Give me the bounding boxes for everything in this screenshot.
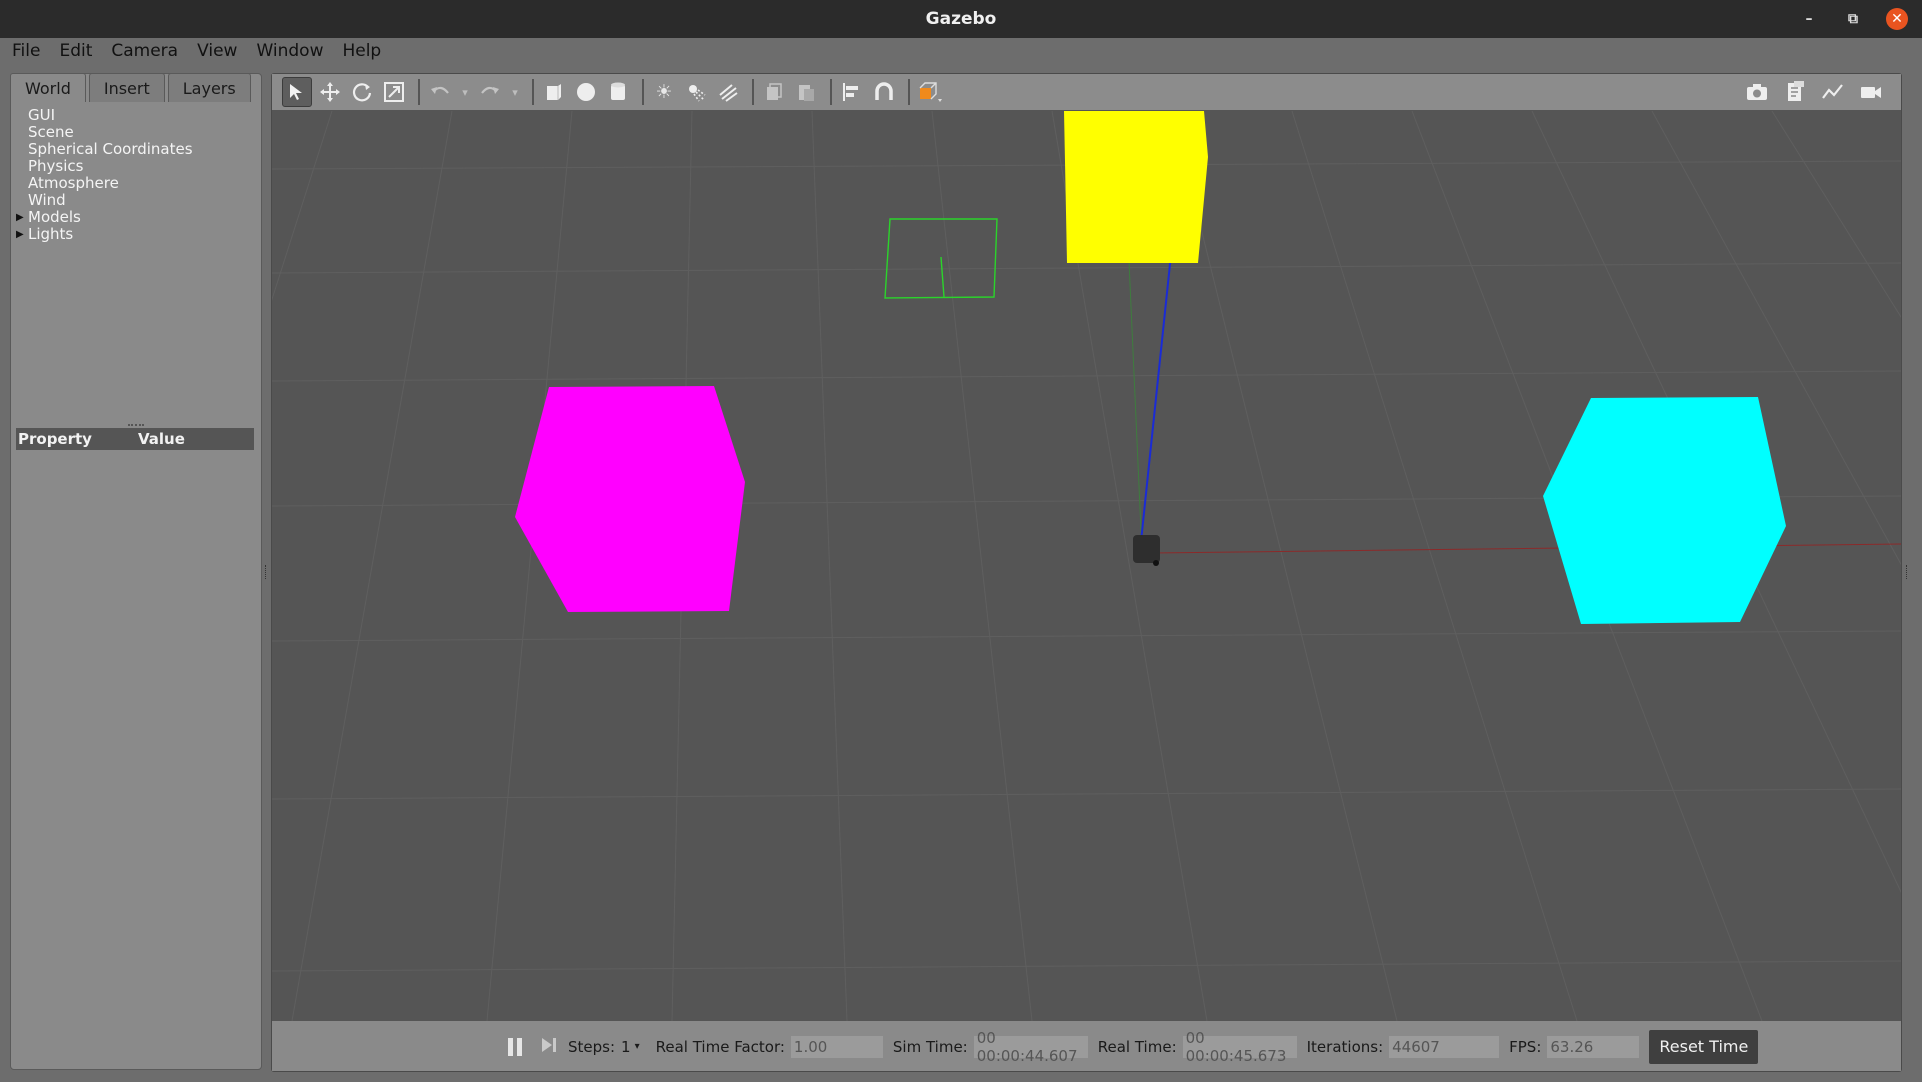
scale-icon[interactable] xyxy=(380,78,408,106)
point-light-icon[interactable]: ☀ xyxy=(650,78,678,106)
cyan-hexagon-model[interactable] xyxy=(1543,397,1786,624)
tree-item-models[interactable]: ▶ Models xyxy=(16,208,193,226)
menu-edit[interactable]: Edit xyxy=(59,41,92,61)
copy-icon[interactable] xyxy=(760,78,788,106)
title-bar: Gazebo – ⧉ ✕ xyxy=(0,0,1922,38)
status-bar: Steps: 1 ▾ Real Time Factor: 1.00 Sim Ti… xyxy=(272,1022,1901,1071)
left-panel-tabs: World Insert Layers xyxy=(10,73,254,102)
menu-bar: File Edit Camera View Window Help xyxy=(0,38,1922,64)
real-time-label: Real Time: xyxy=(1097,1037,1177,1056)
world-tree: GUI Scene Spherical Coordinates Physics … xyxy=(16,107,193,243)
tree-item-label: Physics xyxy=(28,157,84,175)
align-icon[interactable] xyxy=(838,78,866,106)
log-icon[interactable] xyxy=(1781,78,1809,106)
tree-item-lights[interactable]: ▶ Lights xyxy=(16,225,193,243)
box-icon[interactable] xyxy=(540,78,568,106)
expand-arrow-icon[interactable]: ▶ xyxy=(16,209,28,226)
property-column-header: Property xyxy=(18,430,92,448)
yellow-box-model[interactable] xyxy=(1064,111,1208,263)
fps-value: 63.26 xyxy=(1547,1035,1640,1058)
tab-insert[interactable]: Insert xyxy=(88,73,165,102)
tree-item-atmosphere[interactable]: Atmosphere xyxy=(28,175,193,192)
toolbar-separator xyxy=(642,79,644,105)
reset-time-button[interactable]: Reset Time xyxy=(1649,1029,1759,1064)
screenshot-icon[interactable] xyxy=(1743,78,1771,106)
tree-item-gui[interactable]: GUI xyxy=(28,107,193,124)
tree-item-label: GUI xyxy=(28,106,56,124)
sim-time-value: 00 00:00:44.607 xyxy=(973,1029,1088,1065)
tree-item-scene[interactable]: Scene xyxy=(28,124,193,141)
tree-item-wind[interactable]: Wind xyxy=(28,192,193,209)
steps-spinbox[interactable]: 1 ▾ xyxy=(621,1038,640,1056)
pause-icon[interactable] xyxy=(508,1037,524,1056)
menu-view[interactable]: View xyxy=(197,41,237,61)
right-panel-resize-handle[interactable] xyxy=(1906,565,1910,579)
redo-history-dropdown-icon[interactable]: ▾ xyxy=(508,78,522,106)
real-time-factor-value: 1.00 xyxy=(790,1035,883,1058)
menu-camera[interactable]: Camera xyxy=(111,41,178,61)
window-controls: – ⧉ ✕ xyxy=(1798,0,1908,38)
menu-file[interactable]: File xyxy=(12,41,40,61)
tree-item-physics[interactable]: Physics xyxy=(28,158,193,175)
expand-arrow-icon[interactable]: ▶ xyxy=(16,226,28,243)
sim-time-label: Sim Time: xyxy=(892,1037,968,1056)
menu-help[interactable]: Help xyxy=(342,41,381,61)
tree-item-label: Wind xyxy=(28,191,66,209)
toolbar-separator xyxy=(752,79,754,105)
restore-icon[interactable]: ⧉ xyxy=(1842,8,1864,30)
tree-item-label: Lights xyxy=(28,225,74,243)
toolbar-separator xyxy=(532,79,534,105)
directional-light-icon[interactable] xyxy=(714,78,742,106)
steps-value[interactable]: 1 xyxy=(621,1038,631,1056)
steps-label: Steps: xyxy=(568,1037,616,1056)
window-title: Gazebo xyxy=(925,9,997,29)
steps-dropdown-icon[interactable]: ▾ xyxy=(635,1041,640,1052)
record-video-icon[interactable] xyxy=(1857,78,1885,106)
value-column-header: Value xyxy=(138,430,185,448)
tree-item-label: Models xyxy=(28,208,81,226)
toolbar-separator xyxy=(830,79,832,105)
step-icon[interactable] xyxy=(540,1036,558,1058)
snap-icon[interactable] xyxy=(870,78,898,106)
left-panel-resize-handle[interactable] xyxy=(265,565,269,579)
paste-icon[interactable] xyxy=(792,78,820,106)
tree-item-label: Spherical Coordinates xyxy=(28,140,193,158)
menu-window[interactable]: Window xyxy=(256,41,323,61)
toolbar-right-group xyxy=(1743,74,1889,110)
real-time-value: 00 00:00:45.673 xyxy=(1182,1029,1297,1065)
iterations-label: Iterations: xyxy=(1306,1037,1384,1056)
spot-light-icon[interactable] xyxy=(682,78,710,106)
magenta-hexagon-model[interactable] xyxy=(515,386,745,612)
plot-icon[interactable] xyxy=(1819,78,1847,106)
rotate-icon[interactable] xyxy=(348,78,376,106)
cylinder-icon[interactable] xyxy=(604,78,632,106)
tree-item-label: Scene xyxy=(28,123,74,141)
tab-layers[interactable]: Layers xyxy=(167,73,251,102)
robot-model[interactable] xyxy=(1133,535,1160,566)
tree-item-spherical-coordinates[interactable]: Spherical Coordinates xyxy=(28,141,193,158)
view-angle-icon[interactable] xyxy=(916,78,944,106)
tree-item-label: Atmosphere xyxy=(28,174,119,192)
y-axis-line xyxy=(1127,238,1143,554)
translate-icon[interactable] xyxy=(316,78,344,106)
redo-icon[interactable] xyxy=(476,78,504,106)
tab-world[interactable]: World xyxy=(10,73,86,102)
minimize-icon[interactable]: – xyxy=(1798,8,1820,30)
x-axis-line xyxy=(1151,543,1901,554)
undo-icon[interactable] xyxy=(426,78,454,106)
undo-history-dropdown-icon[interactable]: ▾ xyxy=(458,78,472,106)
fps-label: FPS: xyxy=(1509,1037,1542,1056)
property-table-header: Property Value xyxy=(16,428,254,450)
close-icon[interactable]: ✕ xyxy=(1886,8,1908,30)
toolbar-separator xyxy=(908,79,910,105)
toolbar: ▾ ▾ ☀ xyxy=(272,74,1901,111)
real-time-factor-label: Real Time Factor: xyxy=(655,1037,785,1056)
green-wireframe-inner xyxy=(940,256,945,298)
scene-render xyxy=(272,111,1901,1021)
scene-viewport[interactable] xyxy=(272,111,1901,1021)
toolbar-separator xyxy=(418,79,420,105)
iterations-value: 44607 xyxy=(1389,1035,1500,1058)
select-arrow-icon[interactable] xyxy=(282,77,312,107)
sphere-icon[interactable] xyxy=(572,78,600,106)
